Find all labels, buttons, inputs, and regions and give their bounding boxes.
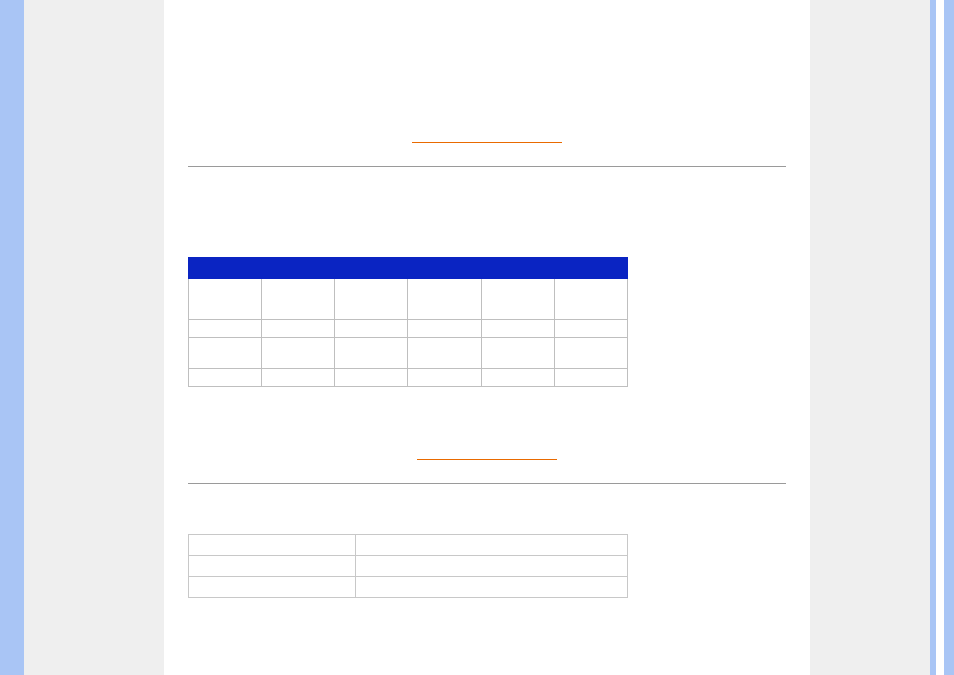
table-cell [189,369,262,387]
table-cell [262,338,335,369]
table-cell [408,320,481,338]
table-cell [335,369,408,387]
table-cell [355,535,627,556]
section-2-divider [188,483,786,484]
table-cell [189,279,262,320]
section-2-heading-link[interactable] [417,449,557,460]
right-sidebar-bg [810,0,930,675]
table-cell [189,320,262,338]
section-2-heading-link-wrap [188,447,786,465]
table-cell [262,320,335,338]
table-row [189,369,628,387]
page-content [24,0,930,675]
spacer [188,207,786,237]
section-1-heading-link[interactable] [412,132,562,143]
table-header-row [189,258,628,279]
table-row [189,577,628,598]
section-1-divider [188,166,786,167]
table-cell [262,279,335,320]
table-cell [481,320,554,338]
section-1-table [188,257,628,387]
table-cell [335,338,408,369]
table-cell [481,369,554,387]
main-column [164,0,810,675]
table-cell [189,556,356,577]
section-1-heading-link-wrap [188,130,786,148]
table-cell [408,369,481,387]
table-cell [408,279,481,320]
table-header-cell [189,258,628,279]
table-cell [189,535,356,556]
table-cell [189,577,356,598]
table-cell [554,279,627,320]
table-row [189,556,628,577]
left-sidebar-bg [24,0,164,675]
table-cell [335,320,408,338]
table-cell [481,338,554,369]
table-row [189,320,628,338]
table-cell [262,369,335,387]
table-cell [335,279,408,320]
table-row [189,338,628,369]
table-cell [481,279,554,320]
table-cell [408,338,481,369]
scrollbar-track[interactable] [936,0,944,675]
table-row [189,535,628,556]
table-cell [355,577,627,598]
table-row [189,279,628,320]
table-cell [189,338,262,369]
table-cell [554,320,627,338]
table-cell [355,556,627,577]
table-cell [554,369,627,387]
section-2-table [188,534,628,598]
table-cell [554,338,627,369]
